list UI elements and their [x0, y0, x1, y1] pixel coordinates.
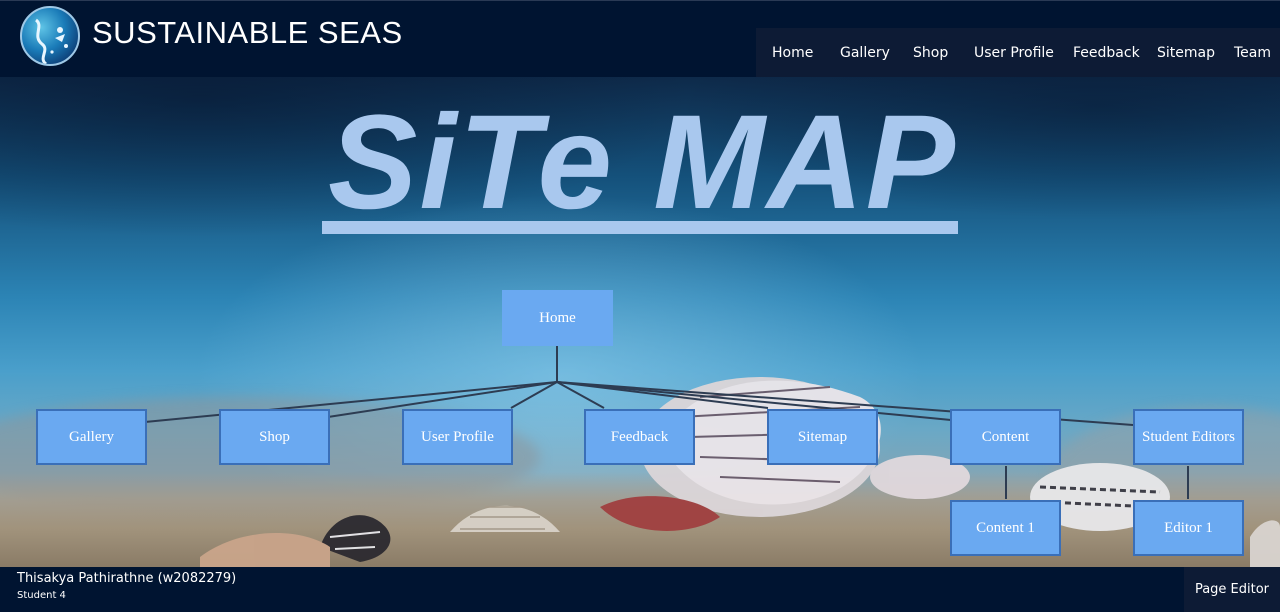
- student-name: Thisakya Pathirathne (w2082279): [17, 571, 237, 586]
- student-role: Student 4: [17, 590, 66, 601]
- nav-feedback[interactable]: Feedback: [1073, 45, 1140, 61]
- sitemap-node-home[interactable]: Home: [502, 290, 613, 346]
- sitemap-node-content[interactable]: Content: [950, 409, 1061, 465]
- sitemap-node-editor-1[interactable]: Editor 1: [1133, 500, 1244, 556]
- sitemap-node-shop[interactable]: Shop: [219, 409, 330, 465]
- sitemap-node-user-profile[interactable]: User Profile: [402, 409, 513, 465]
- nav-shop[interactable]: Shop: [913, 45, 948, 61]
- sitemap-node-feedback[interactable]: Feedback: [584, 409, 695, 465]
- main-nav: Home Gallery Shop User Profile Feedback …: [756, 28, 1280, 77]
- nav-team[interactable]: Team: [1234, 45, 1271, 61]
- site-header: SUSTAINABLE SEAS Home Gallery Shop User …: [0, 0, 1280, 77]
- nav-user-profile[interactable]: User Profile: [974, 45, 1054, 61]
- sitemap-node-sitemap[interactable]: Sitemap: [767, 409, 878, 465]
- brand-name[interactable]: SUSTAINABLE SEAS: [92, 15, 403, 51]
- hero-section: SiTe MAP Home Gallery Shop User Profile …: [0, 77, 1280, 567]
- page-editor-button[interactable]: Page Editor: [1184, 567, 1280, 612]
- nav-home[interactable]: Home: [772, 45, 813, 61]
- nav-sitemap[interactable]: Sitemap: [1157, 45, 1215, 61]
- sitemap-node-student-editors[interactable]: Student Editors: [1133, 409, 1244, 465]
- site-footer: Thisakya Pathirathne (w2082279) Student …: [0, 567, 1280, 612]
- sitemap-node-gallery[interactable]: Gallery: [36, 409, 147, 465]
- nav-gallery[interactable]: Gallery: [840, 45, 890, 61]
- sitemap-connectors: [144, 346, 1189, 499]
- sitemap-node-content-1[interactable]: Content 1: [950, 500, 1061, 556]
- site-logo-icon[interactable]: [20, 6, 80, 66]
